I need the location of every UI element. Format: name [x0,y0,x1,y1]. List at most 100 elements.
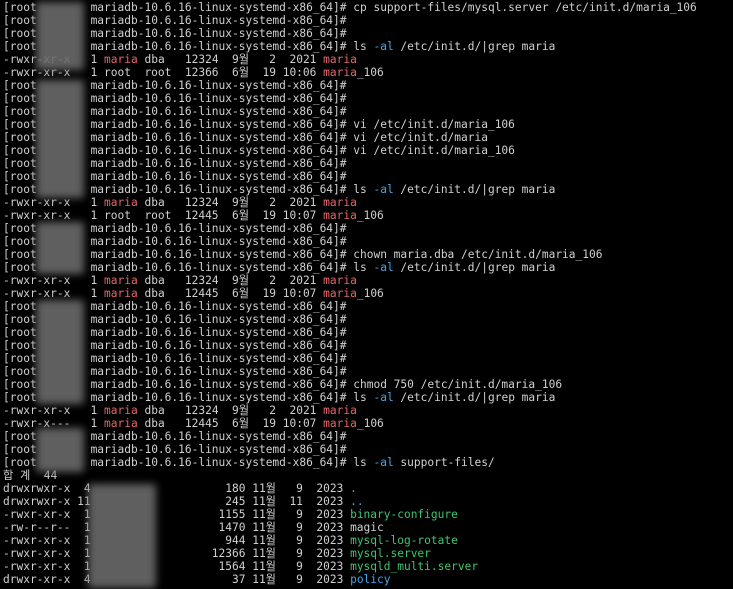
terminal-text-segment: mysql.server [350,547,431,560]
terminal-text-segment: [root [3,378,37,391]
terminal-line: [root mariadb-10.6.16-linux-systemd-x86_… [3,248,602,261]
terminal-text-segment: [root [3,131,37,144]
terminal-text-segment: mariadb-10.6.16-linux-systemd-x86_64]# v… [36,144,515,157]
terminal-text-segment: [root [3,27,37,40]
terminal-text-segment: drwxr-xr-x 4 37 11월 9 2023 [3,573,351,586]
terminal-line: -rwxr-xr-x 1 1155 11월 9 2023 binary-conf… [3,508,458,521]
terminal-text-segment: maria [104,287,138,300]
terminal-text-segment: drwxrwxr-x 4 180 11월 9 2023 [3,482,351,495]
terminal-text-segment: mysql-log-rotate [350,534,458,547]
terminal-text-segment: dba 12324 9월 2 2021 [137,196,324,209]
terminal-text-segment: [root [3,183,37,196]
terminal-line: -rwxr-xr-x 1 944 11월 9 2023 mysql-log-ro… [3,534,458,547]
terminal-text-segment: [root [3,326,37,339]
terminal-line: drwxrwxr-x 4 180 11월 9 2023 . [3,482,357,495]
terminal-line: [root mariadb-10.6.16-linux-systemd-x86_… [3,378,562,391]
terminal-line: -rwxr-xr-x 1 maria dba 12324 9월 2 2021 m… [3,274,357,287]
terminal-text-segment: [root [3,222,37,235]
terminal-text-segment: [root [3,79,37,92]
terminal-text-segment: maria [104,196,138,209]
terminal-text-segment: -al [373,391,394,404]
terminal-text-segment: [root [3,105,37,118]
terminal-text-segment: [root [3,430,37,443]
terminal-text-segment: policy [350,573,391,586]
terminal-text-segment: maria [323,404,357,417]
terminal-text-segment: [root [3,443,37,456]
terminal-text-segment: dba 12445 6월 19 10:07 [137,417,324,430]
terminal-text-segment: -rwxr-xr-x 1 [3,287,105,300]
terminal-line: [root mariadb-10.6.16-linux-systemd-x86_… [3,1,697,14]
terminal-text-segment: [root [3,339,37,352]
terminal-line: -rw-r--r-- 1 1470 11월 9 2023 magic [3,521,384,534]
terminal-text-segment: maria [323,53,357,66]
terminal-text-segment: _106 [356,287,384,300]
terminal-text-segment: _106 [356,417,384,430]
terminal-text-segment: [root [3,352,37,365]
terminal-text-segment: /etc/init.d/|grep maria [393,183,556,196]
terminal-text-segment: . [350,482,357,495]
terminal-text-segment: mysqld_multi.server [350,560,479,573]
terminal-text-segment: mariadb-10.6.16-linux-systemd-x86_64]# c… [36,378,563,391]
terminal-text-segment: dba 12324 9월 2 2021 [137,404,324,417]
terminal-text-segment: /etc/init.d/|grep maria [393,261,556,274]
terminal-text-segment: [root [3,14,37,27]
terminal-text-segment: [root [3,300,37,313]
terminal-line: -rwxr-xr-x 1 root root 12445 6월 19 10:07… [3,209,384,222]
terminal-text-segment: _106 [356,66,384,79]
terminal-text-segment: -rwxr-xr-x 1 1155 11월 9 2023 [3,508,351,521]
terminal-text-segment: -rwxr-xr-x 1 [3,274,105,287]
terminal-text-segment: mariadb-10.6.16-linux-systemd-x86_64]# l… [36,456,374,469]
terminal-line: drwxrwxr-x 11 245 11월 11 2023 .. [3,495,364,508]
terminal-line: -rwxr-xr-x 1 12366 11월 9 2023 mysql.serv… [3,547,431,560]
terminal-text-segment: mariadb-10.6.16-linux-systemd-x86_64]# v… [36,131,488,144]
terminal-text-segment: maria [323,196,357,209]
terminal-text-segment: dba 12445 6월 19 10:07 [137,287,324,300]
redacted-hostname-block-4 [36,300,84,404]
terminal-text-segment: [root [3,40,37,53]
terminal-text-segment: mariadb-10.6.16-linux-systemd-x86_64]# c… [36,248,603,261]
terminal-text-segment: _106 [356,209,384,222]
terminal-text-segment: -al [373,456,394,469]
terminal-text-segment: [root [3,261,37,274]
terminal-text-segment: [root [3,313,37,326]
terminal-text-segment: maria [104,274,138,287]
terminal-text-segment: [root [3,92,37,105]
terminal-line: drwxr-xr-x 4 37 11월 9 2023 policy [3,573,391,586]
terminal-text-segment: maria [104,404,138,417]
terminal-line: -rwxr-xr-x 1 maria dba 12445 6월 19 10:07… [3,287,384,300]
terminal-text-segment: -rwxr-xr-x 1 1564 11월 9 2023 [3,560,351,573]
terminal-text-segment: -rwxr-xr-x 1 root root 12445 6월 19 10:07 [3,209,324,222]
terminal-text-segment: mariadb-10.6.16-linux-systemd-x86_64]# l… [36,261,374,274]
terminal-line: -rwxr-xr-x 1 1564 11월 9 2023 mysqld_mult… [3,560,478,573]
terminal-text-segment: [root [3,118,37,131]
terminal-text-segment: -al [373,183,394,196]
terminal-text-segment: maria [323,417,357,430]
terminal-text-segment: maria [323,209,357,222]
terminal-text-segment: -rw-r--r-- 1 1470 11월 9 2023 magic [3,521,384,534]
terminal-text-segment: maria [323,66,357,79]
terminal-text-segment: mariadb-10.6.16-linux-systemd-x86_64]# l… [36,183,374,196]
terminal-text-segment: [root [3,157,37,170]
terminal-text-segment: -al [373,261,394,274]
redacted-hostname-block-1 [36,2,84,70]
terminal-text-segment: /etc/init.d/|grep maria [393,391,556,404]
terminal-text-segment: drwxrwxr-x 11 245 11월 11 2023 [3,495,351,508]
terminal-text-segment: .. [350,495,364,508]
terminal-text-segment: [root [3,144,37,157]
terminal-text-segment: [root [3,1,37,14]
terminal-text-segment: [root [3,391,37,404]
terminal-text-segment: -al [373,40,394,53]
terminal-line: -rwxr-xr-x 1 maria dba 12324 9월 2 2021 m… [3,404,357,417]
redacted-owner-block [88,484,156,588]
terminal-text-segment: -rwxr-xr-x 1 944 11월 9 2023 [3,534,351,547]
terminal-text-segment: maria [323,287,357,300]
terminal-text-segment: [root [3,248,37,261]
terminal-text-segment: dba 12324 9월 2 2021 [137,274,324,287]
redacted-hostname-block-5 [36,428,84,472]
redacted-hostname-block-2 [36,80,84,198]
terminal-text-segment: mariadb-10.6.16-linux-systemd-x86_64]# c… [36,1,697,14]
terminal-text-segment: [root [3,456,37,469]
terminal-text-segment: [root [3,170,37,183]
terminal-text-segment: -rwxr-xr-x 1 [3,404,105,417]
terminal-text-segment: maria [104,53,138,66]
